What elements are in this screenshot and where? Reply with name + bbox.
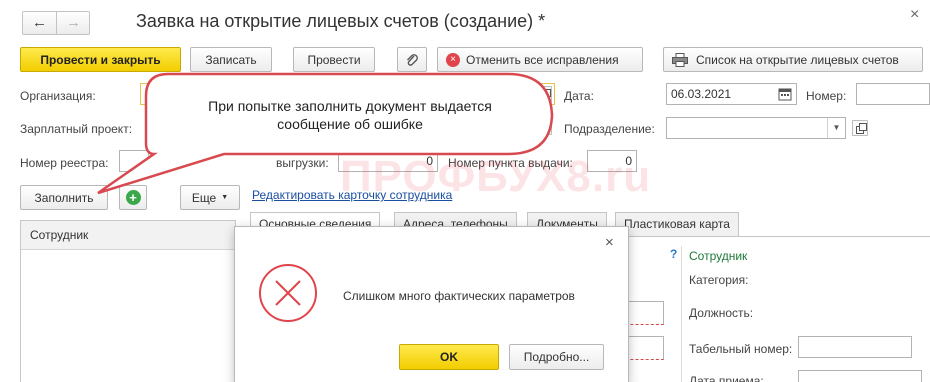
registry-number-field[interactable] [119,150,149,172]
employee-table[interactable]: Сотрудник [20,220,236,382]
date-value: 06.03.2021 [671,87,732,101]
upload-label: выгрузки: [276,156,329,170]
hire-date-field[interactable] [798,370,922,382]
registry-number-label: Номер реестра: [20,156,109,170]
cancel-icon: × [446,52,460,67]
printer-icon [672,52,688,67]
number-label: Номер: [806,89,847,103]
division-open-icon[interactable] [852,120,868,136]
add-button[interactable]: + [119,185,147,210]
employee-section-title: Сотрудник [689,249,748,263]
position-label: Должность: [689,306,754,320]
save-button[interactable]: Записать [190,47,272,72]
nav-buttons: ← → [22,11,90,35]
dialog-close-icon[interactable]: × [605,234,614,251]
tab-plastic-card[interactable]: Пластиковая карта [615,212,739,236]
more-label: Еще [191,190,217,205]
organization-open-icon[interactable] [536,86,552,102]
tab-number-label: Табельный номер: [689,342,793,356]
more-button[interactable]: Еще ▼ [180,185,240,210]
fill-button[interactable]: Заполнить [20,185,108,210]
back-arrow-icon[interactable]: ← [23,12,57,34]
dialog-message: Слишком много фактических параметров [343,289,575,303]
ok-button[interactable]: OK [399,344,499,370]
post-button[interactable]: Провести [293,47,375,72]
hire-date-label: Дата приема: [689,374,764,382]
number-field[interactable] [856,83,930,105]
close-icon[interactable]: × [910,6,919,24]
forward-arrow-icon[interactable]: → [57,12,90,34]
division-label: Подразделение: [564,122,655,136]
date-label: Дата: [564,89,594,103]
salary-project-open-icon[interactable] [536,119,552,135]
salary-project-label: Зарплатный проект: [20,122,133,136]
panel-divider [681,246,682,382]
chevron-down-icon: ▼ [221,194,229,201]
organization-label: Организация: [20,89,96,103]
help-icon[interactable]: ? [670,247,677,261]
details-button[interactable]: Подробно... [509,344,604,370]
accounts-list-button[interactable]: Список на открытие лицевых счетов [663,47,923,72]
plus-icon: + [125,190,141,205]
calendar-icon[interactable] [776,85,794,103]
error-icon [259,264,317,322]
post-and-close-button[interactable]: Провести и закрыть [20,47,181,72]
category-label: Категория: [689,273,749,287]
tab-number-field[interactable] [798,336,912,358]
table-header: Сотрудник [21,221,235,250]
attach-button[interactable] [397,47,427,72]
page-title: Заявка на открытие лицевых счетов (созда… [136,11,546,31]
paperclip-icon [407,53,418,66]
chevron-down-icon[interactable]: ▼ [827,118,845,138]
edit-employee-link[interactable]: Редактировать карточку сотрудника [252,188,452,202]
callout-text: При попытке заполнить документ выдается … [208,98,492,132]
cancel-all-fixes-button[interactable]: × Отменить все исправления [437,47,643,72]
cancel-all-fixes-label: Отменить все исправления [466,52,619,67]
division-field[interactable]: ▼ [666,117,846,139]
accounts-list-label: Список на открытие лицевых счетов [696,52,899,67]
employee-column-header: Сотрудник [30,228,89,242]
error-dialog: × Слишком много фактических параметров O… [234,226,629,382]
